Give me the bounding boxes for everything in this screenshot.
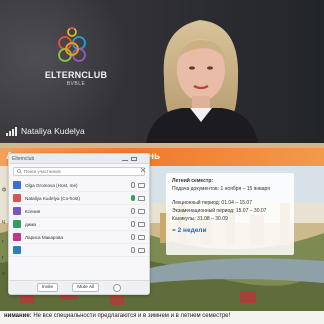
elternclub-logo: ELTERNCLUB BVBLE: [42, 22, 107, 92]
camera-icon[interactable]: [138, 221, 145, 227]
participant-row[interactable]: Ксения: [9, 205, 149, 218]
slide-caption: нимание: Не все специальности предлагают…: [0, 311, 324, 324]
participant-name: Nataliya Kudelya (Co-host): [25, 195, 80, 201]
participant-row[interactable]: Olga Gromova (Host, me): [9, 179, 149, 192]
camera-icon[interactable]: [138, 208, 145, 214]
participants-panel[interactable]: Elternclub Olga Gromova (Host, me) Natali…: [8, 153, 150, 295]
side-letter: ц: [2, 219, 5, 225]
side-letter: г: [2, 239, 4, 245]
invite-button[interactable]: Invite: [36, 283, 59, 292]
signal-strength-icon: [6, 126, 17, 136]
avatar: [13, 194, 21, 202]
caption-bold: нимание:: [4, 313, 32, 319]
participant-name: дима: [25, 221, 36, 227]
avatar: [13, 220, 21, 228]
caption-text: Не все специальности предлагаются и в зи…: [31, 313, 231, 319]
camera-icon[interactable]: [138, 182, 145, 188]
camera-icon[interactable]: [138, 195, 145, 201]
microphone-icon[interactable]: [131, 182, 135, 188]
minimize-icon[interactable]: [122, 157, 128, 161]
semester-info-card: Летний семестр: Подача документов: 1 ноя…: [166, 173, 294, 255]
panel-footer: Invite Mute All: [9, 280, 149, 294]
maximize-icon[interactable]: [131, 156, 137, 161]
participant-row[interactable]: дима: [9, 218, 149, 231]
speaker-portrait: [146, 20, 258, 143]
info-weeks: = 2 недели: [172, 227, 288, 234]
microphone-icon[interactable]: [131, 234, 135, 240]
info-documents: Подача документов: 1 ноября – 15 января: [172, 186, 270, 192]
microphone-icon[interactable]: [131, 221, 135, 227]
side-letter: ф: [2, 187, 7, 193]
participant-name: Лариса Макарова: [25, 234, 63, 240]
speaker-label: Nataliya Kudelya: [6, 126, 85, 136]
participant-search[interactable]: [13, 167, 145, 176]
participant-name: Ксения: [25, 208, 41, 214]
avatar: [13, 181, 21, 189]
close-icon[interactable]: [140, 157, 146, 172]
participant-row[interactable]: [9, 244, 149, 257]
avatar: [13, 207, 21, 215]
info-exam-period: Экзаменационный период: 15.07 – 30.07: [172, 208, 267, 214]
participant-row[interactable]: Лариса Макарова: [9, 231, 149, 244]
microphone-icon[interactable]: [131, 247, 135, 253]
logo-title: ELTERNCLUB: [44, 70, 108, 80]
info-heading: Летний семестр:: [172, 178, 214, 184]
more-options-icon[interactable]: [113, 283, 122, 292]
side-letter: г: [2, 255, 4, 261]
participant-row[interactable]: Nataliya Kudelya (Co-host): [9, 192, 149, 205]
camera-icon[interactable]: [138, 247, 145, 253]
microphone-icon[interactable]: [131, 208, 135, 214]
speaker-name: Nataliya Kudelya: [21, 126, 85, 136]
speaker-video-tile[interactable]: ELTERNCLUB BVBLE Nataliya Kudelya: [0, 0, 324, 143]
info-holidays: Каникулы: 31.08 – 30.09: [172, 216, 228, 222]
participant-name: Olga Gromova (Host, me): [25, 182, 78, 188]
search-input[interactable]: [23, 169, 141, 174]
mute-all-button[interactable]: Mute All: [72, 283, 100, 292]
avatar: [13, 233, 21, 241]
avatar: [13, 246, 21, 254]
panel-title: Elternclub: [12, 155, 35, 162]
logo-rings-icon: [58, 27, 86, 62]
microphone-icon[interactable]: [131, 195, 135, 201]
side-letter: о: [2, 271, 5, 277]
search-icon: [17, 169, 22, 174]
info-lecture-period: Лекционный период: 01.04 – 15.07: [172, 200, 252, 206]
logo-subtitle: BVBLE: [66, 81, 86, 87]
shared-screen-tile[interactable]: Аз нь ф ц г г о Elternclub Olga Gromova …: [0, 143, 324, 324]
camera-icon[interactable]: [138, 234, 145, 240]
weeks-value: 2 недели: [177, 227, 207, 234]
panel-titlebar[interactable]: Elternclub: [9, 154, 149, 172]
participant-list: Olga Gromova (Host, me) Nataliya Kudelya …: [9, 179, 149, 257]
